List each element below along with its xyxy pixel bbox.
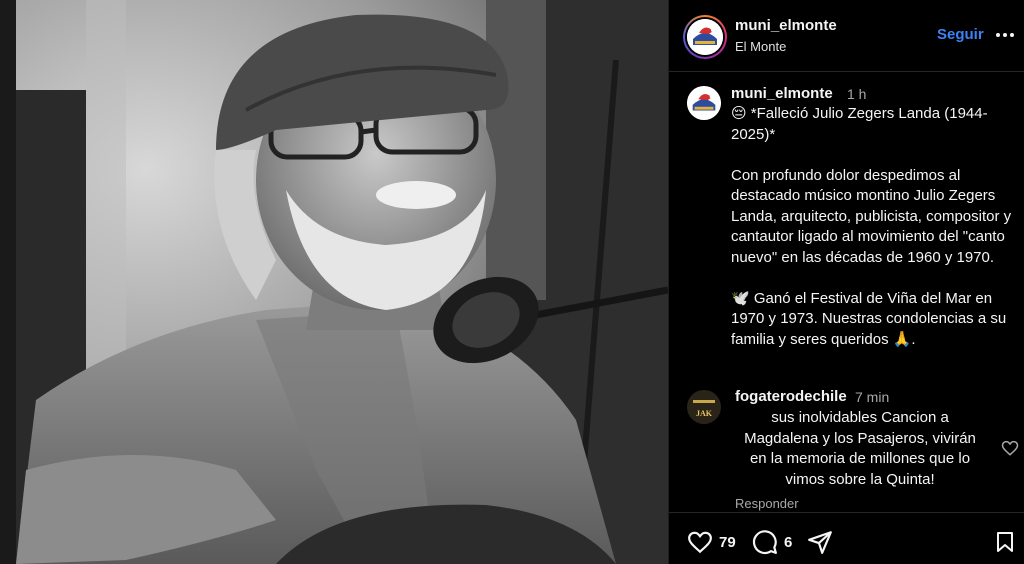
- caption-paragraph: Con profundo dolor despedimos al destaca…: [731, 166, 1012, 266]
- caption-text: 😔 *Falleció Julio Zegers Landa (1944-202…: [731, 104, 1023, 350]
- comment-bubble-icon: [752, 530, 777, 555]
- follow-button[interactable]: Seguir: [937, 26, 984, 43]
- share-button[interactable]: [807, 529, 833, 555]
- commenter-username[interactable]: fogaterodechile: [735, 388, 847, 405]
- post-location[interactable]: El Monte: [735, 39, 786, 54]
- instagram-post-viewer: muni_elmonte El Monte Seguir muni_elmont…: [0, 0, 1024, 564]
- post-photo-image: [16, 0, 668, 564]
- municipality-logo-icon: [687, 86, 721, 120]
- commenter-avatar-text: JAK: [696, 409, 713, 418]
- comment-timestamp[interactable]: 7 min: [855, 389, 889, 405]
- more-horizontal-icon[interactable]: [996, 27, 1016, 43]
- municipality-logo-icon: [687, 19, 723, 55]
- author-username[interactable]: muni_elmonte: [735, 17, 837, 34]
- comment-item: JAK fogaterodechile 7 min sus inolvidabl…: [669, 386, 1024, 516]
- heart-icon: [688, 531, 712, 554]
- reply-button[interactable]: Responder: [735, 496, 799, 511]
- save-button[interactable]: [993, 529, 1017, 555]
- caption-timestamp[interactable]: 1 h: [847, 86, 866, 102]
- left-gutter: [0, 0, 16, 564]
- bookmark-icon: [997, 532, 1013, 552]
- comment-count: 6: [784, 533, 793, 551]
- post-side-panel: muni_elmonte El Monte Seguir muni_elmont…: [668, 0, 1024, 564]
- caption-username[interactable]: muni_elmonte: [731, 85, 833, 102]
- post-actions-bar: 79 6: [669, 512, 1024, 564]
- caption-paragraph: 🕊️ Ganó el Festival de Viña del Mar en 1…: [731, 289, 1007, 348]
- comment-button[interactable]: 6: [752, 529, 792, 555]
- like-count: 79: [719, 533, 736, 551]
- heart-icon[interactable]: [1001, 439, 1019, 457]
- author-avatar[interactable]: [683, 15, 727, 59]
- caption-author-avatar[interactable]: [687, 86, 721, 120]
- comment-text: sus inolvidables Cancion a Magdalena y l…: [744, 409, 976, 488]
- post-header: muni_elmonte El Monte Seguir: [669, 0, 1024, 72]
- commenter-avatar[interactable]: JAK: [687, 390, 721, 424]
- like-button[interactable]: 79: [687, 529, 736, 555]
- caption-title: 😔 *Falleció Julio Zegers Landa (1944-202…: [731, 105, 988, 143]
- post-photo[interactable]: [16, 0, 668, 564]
- paper-plane-icon: [808, 531, 832, 554]
